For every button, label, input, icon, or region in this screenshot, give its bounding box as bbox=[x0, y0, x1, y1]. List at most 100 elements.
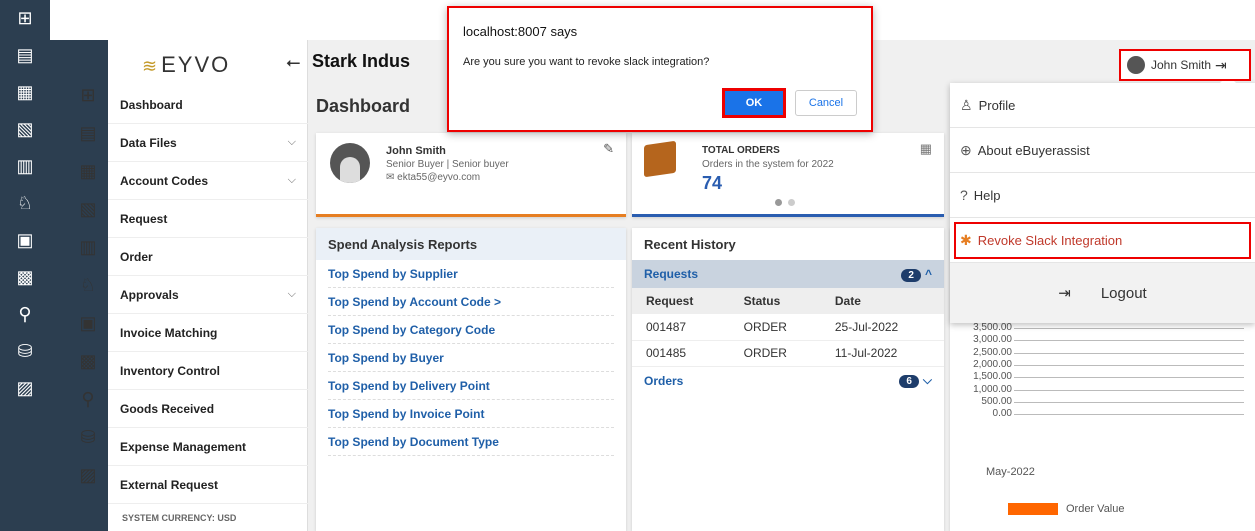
requests-count-badge: 2 bbox=[901, 268, 921, 282]
confirm-dialog: localhost:8007 says Are you sure you wan… bbox=[447, 6, 873, 132]
left-rail: ⊞ ▤ ▦ ▧ ▥ ♘ ▣ ▩ ⚲ ⛁ ▨ bbox=[0, 0, 50, 531]
dialog-title: localhost:8007 says bbox=[463, 24, 578, 39]
chart-gridline bbox=[1014, 328, 1244, 329]
external-icon[interactable]: ▨ bbox=[67, 456, 109, 494]
requests-table: Request Status Date 001487 ORDER 25-Jul-… bbox=[632, 288, 944, 367]
spend-link-account-code[interactable]: Top Spend by Account Code > bbox=[328, 288, 614, 316]
menu-item-profile[interactable]: ♙ Profile bbox=[950, 83, 1255, 128]
legend-swatch bbox=[1008, 503, 1058, 515]
invoice-icon[interactable]: ▣ bbox=[67, 304, 109, 342]
menu-item-revoke-slack[interactable]: ✱ Revoke Slack Integration bbox=[950, 218, 1255, 263]
user-email: ✉ ekta55@eyvo.com bbox=[386, 172, 481, 183]
menu-toggle-icon[interactable]: ⭠ bbox=[286, 52, 300, 73]
approvals-icon[interactable]: ♘ bbox=[67, 266, 109, 304]
spend-link-delivery-point[interactable]: Top Spend by Delivery Point bbox=[328, 372, 614, 400]
sidebar-item-invoice-matching[interactable]: Invoice Matching bbox=[108, 314, 308, 352]
dashboard-icon[interactable]: ⊞ bbox=[67, 76, 109, 114]
globe-icon: ⊕ bbox=[960, 141, 972, 158]
user-card: John Smith Senior Buyer | Senior buyer ✉… bbox=[316, 133, 626, 217]
ok-button[interactable]: OK bbox=[722, 88, 786, 118]
help-icon: ? bbox=[960, 187, 968, 203]
orders-title: TOTAL ORDERS bbox=[702, 145, 780, 156]
menu-item-about[interactable]: ⊕ About eBuyerassist bbox=[950, 128, 1255, 173]
chevron-down-icon: ⌵ bbox=[287, 136, 296, 148]
orders-subtitle: Orders in the system for 2022 bbox=[702, 159, 834, 170]
sidebar-item-data-files[interactable]: Data Files ⌵ bbox=[108, 124, 308, 162]
slack-icon: ✱ bbox=[960, 231, 972, 248]
order-icon[interactable]: ▥ bbox=[67, 228, 109, 266]
data-files-icon[interactable]: ▤ bbox=[67, 114, 109, 152]
request-icon[interactable]: ▧ bbox=[0, 111, 50, 148]
chart-gridline bbox=[1014, 414, 1244, 416]
calendar-icon[interactable]: ▦ bbox=[920, 141, 932, 157]
inventory-icon[interactable]: ▩ bbox=[0, 259, 50, 296]
table-row[interactable]: 001485 ORDER 11-Jul-2022 bbox=[632, 340, 944, 367]
goods-icon[interactable]: ⚲ bbox=[0, 296, 50, 333]
avatar bbox=[1127, 56, 1145, 74]
sidebar-menu: Dashboard Data Files ⌵ Account Codes ⌵ Req… bbox=[108, 86, 308, 504]
request-icon[interactable]: ▧ bbox=[67, 190, 109, 228]
expense-icon[interactable]: ⛁ bbox=[0, 333, 50, 370]
company-name: Stark Indus bbox=[312, 51, 411, 71]
dialog-message: Are you sure you want to revoke slack in… bbox=[463, 56, 710, 68]
recent-history-card: Recent History Requests 2 ^ Request Statu… bbox=[632, 228, 944, 531]
logout-door-icon: ⇥ bbox=[1215, 56, 1227, 73]
logout-icon: ⇥ bbox=[1058, 285, 1071, 302]
chevron-down-icon: ⌵ bbox=[922, 373, 932, 387]
spend-link-invoice-point[interactable]: Top Spend by Invoice Point bbox=[328, 400, 614, 428]
chart-y-tick: 1,000.00 bbox=[973, 383, 1012, 395]
sidebar-item-inventory-control[interactable]: Inventory Control bbox=[108, 352, 308, 390]
avatar bbox=[330, 143, 370, 183]
approvals-icon[interactable]: ♘ bbox=[0, 185, 50, 222]
requests-section-header[interactable]: Requests 2 ^ bbox=[632, 260, 944, 288]
chart-gridline bbox=[1014, 401, 1244, 403]
chart-y-tick: 2,500.00 bbox=[973, 346, 1012, 358]
spend-link-supplier[interactable]: Top Spend by Supplier bbox=[328, 260, 614, 288]
spend-title: Spend Analysis Reports bbox=[316, 228, 626, 260]
chevron-down-icon: ⌵ bbox=[287, 174, 296, 186]
external-icon[interactable]: ▨ bbox=[0, 370, 50, 407]
order-icon[interactable]: ▥ bbox=[0, 148, 50, 185]
spend-link-buyer[interactable]: Top Spend by Buyer bbox=[328, 344, 614, 372]
goods-icon[interactable]: ⚲ bbox=[67, 380, 109, 418]
sidebar-item-dashboard[interactable]: Dashboard bbox=[108, 86, 308, 124]
eyvo-logo: ≋EYVO bbox=[142, 52, 231, 77]
user-role: Senior Buyer | Senior buyer bbox=[386, 159, 509, 170]
carousel-dots[interactable] bbox=[772, 195, 798, 209]
col-status: Status bbox=[729, 288, 821, 314]
sidebar-item-request[interactable]: Request bbox=[108, 200, 308, 238]
grid-icon[interactable]: ⊞ bbox=[0, 0, 50, 37]
user-dropdown-menu: ♙ Profile ⊕ About eBuyerassist ? Help ✱ Revo… bbox=[950, 75, 1255, 323]
sidebar-item-expense-management[interactable]: Expense Management bbox=[108, 428, 308, 466]
spend-link-document-type[interactable]: Top Spend by Document Type bbox=[328, 428, 614, 456]
account-codes-icon[interactable]: ▦ bbox=[0, 74, 50, 111]
chevron-up-icon: ^ bbox=[924, 266, 932, 281]
orders-value: 74 bbox=[702, 173, 723, 193]
cancel-button[interactable]: Cancel bbox=[795, 90, 857, 116]
inventory-icon[interactable]: ▩ bbox=[67, 342, 109, 380]
pencil-icon[interactable]: ✎ bbox=[603, 141, 614, 157]
logout-button[interactable]: ⇥ Logout bbox=[950, 263, 1255, 323]
data-files-icon[interactable]: ▤ bbox=[0, 37, 50, 74]
total-orders-card: TOTAL ORDERS Orders in the system for 20… bbox=[632, 133, 944, 217]
sidebar-item-external-request[interactable]: External Request bbox=[108, 466, 308, 504]
chevron-down-icon: ⌵ bbox=[287, 288, 296, 300]
menu-item-help[interactable]: ? Help bbox=[950, 173, 1255, 218]
invoice-icon[interactable]: ▣ bbox=[0, 222, 50, 259]
orders-section-header[interactable]: Orders 6 ⌵ bbox=[632, 366, 944, 395]
expense-icon[interactable]: ⛁ bbox=[67, 418, 109, 456]
chart-y-tick: 500.00 bbox=[981, 395, 1012, 407]
account-codes-icon[interactable]: ▦ bbox=[67, 152, 109, 190]
sidebar-item-account-codes[interactable]: Account Codes ⌵ bbox=[108, 162, 308, 200]
table-row[interactable]: 001487 ORDER 25-Jul-2022 bbox=[632, 314, 944, 341]
user-menu-button[interactable]: John Smith ⇥ bbox=[1119, 49, 1251, 81]
chart-y-tick: 0.00 bbox=[992, 408, 1012, 420]
chart-legend: Order Value bbox=[1008, 503, 1125, 515]
chart-x-tick: May-2022 bbox=[986, 466, 1035, 478]
sidebar-item-order[interactable]: Order bbox=[108, 238, 308, 276]
sidebar-item-goods-received[interactable]: Goods Received bbox=[108, 390, 308, 428]
sidebar-icons: ⊞ ▤ ▦ ▧ ▥ ♘ ▣ ▩ ⚲ ⛁ ▨ bbox=[67, 76, 109, 494]
sidebar-item-approvals[interactable]: Approvals ⌵ bbox=[108, 276, 308, 314]
spend-link-category-code[interactable]: Top Spend by Category Code bbox=[328, 316, 614, 344]
chart-y-tick: 2,000.00 bbox=[973, 358, 1012, 370]
